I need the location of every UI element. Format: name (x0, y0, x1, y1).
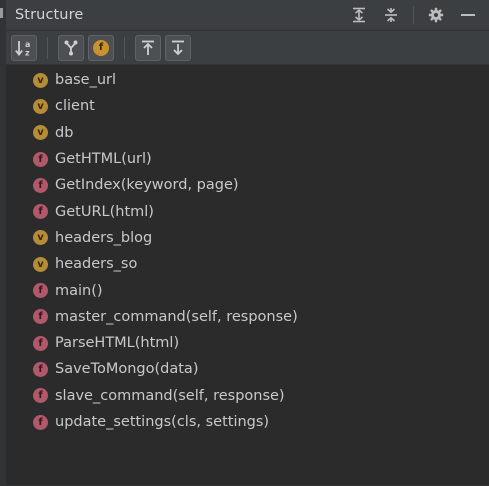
gear-icon (428, 7, 444, 23)
sort-alphabetically-icon: a z (15, 40, 30, 57)
structure-tree: v base_url v client v db f GetHTML(url) f GetInde… (6, 65, 489, 435)
tree-item[interactable]: v headers_blog (6, 225, 489, 251)
function-icon: f (33, 151, 48, 167)
tree-item[interactable]: v base_url (6, 67, 489, 93)
panel-header: Structure (6, 0, 489, 31)
tree-item-label: update_settings(cls, settings) (55, 414, 270, 430)
function-icon: f (33, 283, 48, 299)
variable-icon: v (33, 98, 48, 114)
collapse-icon (172, 40, 184, 55)
tree-item-label: GetIndex(keyword, page) (55, 177, 239, 194)
expand-all-button[interactable] (346, 3, 372, 27)
show-fields-button[interactable]: f (88, 34, 114, 61)
expand-all-icon (353, 7, 365, 23)
variable-icon: v (33, 230, 48, 246)
svg-text:z: z (25, 48, 30, 57)
minimize-button[interactable] (455, 3, 481, 27)
tree-item-label: GetURL(html) (55, 203, 154, 220)
expand-icon (142, 40, 154, 55)
panel-title: Structure (15, 7, 84, 23)
function-icon: f (33, 361, 48, 377)
tree-item-label: headers_so (55, 256, 138, 273)
tree-item[interactable]: f slave_command(self, response) (6, 383, 489, 409)
tree-item-label: base_url (55, 72, 116, 89)
tree-item[interactable]: f master_command(self, response) (6, 304, 489, 330)
collapse-all-button[interactable] (378, 3, 404, 27)
left-tool-strip (0, 0, 6, 486)
tree-item-label: ParseHTML(html) (55, 335, 180, 352)
tree-item-label: SaveToMongo(data) (55, 361, 199, 378)
tree-item[interactable]: f GetURL(html) (6, 198, 489, 224)
function-icon: f (33, 388, 48, 404)
sort-alphabetically-button[interactable]: a z (11, 34, 37, 61)
variable-icon: v (33, 72, 48, 88)
structure-toolbar: a z f (6, 31, 489, 65)
fields-glyph: f (98, 42, 104, 53)
minimize-icon (461, 14, 475, 16)
tree-item[interactable]: f GetHTML(url) (6, 146, 489, 172)
tree-item[interactable]: v client (6, 93, 489, 119)
settings-button[interactable] (423, 3, 449, 27)
show-inherited-button[interactable] (58, 34, 84, 61)
show-fields-icon: f (93, 39, 109, 56)
collapse-button[interactable] (165, 34, 191, 61)
tree-item[interactable]: v db (6, 120, 489, 146)
variable-icon: v (33, 125, 48, 141)
function-icon: f (33, 414, 48, 430)
function-icon: f (33, 204, 48, 220)
strip-marker (0, 8, 3, 18)
header-divider (413, 6, 414, 24)
function-icon: f (33, 177, 48, 193)
tree-item-label: headers_blog (55, 229, 153, 246)
tree-item-label: GetHTML(url) (55, 151, 152, 168)
function-icon: f (33, 309, 48, 325)
toolbar-divider (47, 36, 48, 59)
variable-icon: v (33, 256, 48, 272)
tree-item[interactable]: f update_settings(cls, settings) (6, 409, 489, 435)
tree-item-label: master_command(self, response) (55, 308, 298, 325)
tree-item[interactable]: f ParseHTML(html) (6, 330, 489, 356)
function-icon: f (33, 335, 48, 351)
expand-button[interactable] (135, 34, 161, 61)
show-inherited-icon (64, 40, 78, 55)
header-actions (346, 3, 489, 27)
structure-panel: Structure a z f v base_url v client v db… (0, 0, 489, 486)
tree-item-label: main() (55, 282, 103, 299)
tree-item-label: slave_command(self, response) (55, 387, 285, 404)
tree-item[interactable]: v headers_so (6, 251, 489, 277)
tree-item-label: db (55, 124, 74, 141)
toolbar-divider (124, 36, 125, 59)
tree-item[interactable]: f GetIndex(keyword, page) (6, 172, 489, 198)
collapse-all-icon (385, 8, 397, 22)
tree-item-label: client (55, 98, 95, 115)
tree-item[interactable]: f SaveToMongo(data) (6, 356, 489, 382)
tree-item[interactable]: f main() (6, 277, 489, 303)
